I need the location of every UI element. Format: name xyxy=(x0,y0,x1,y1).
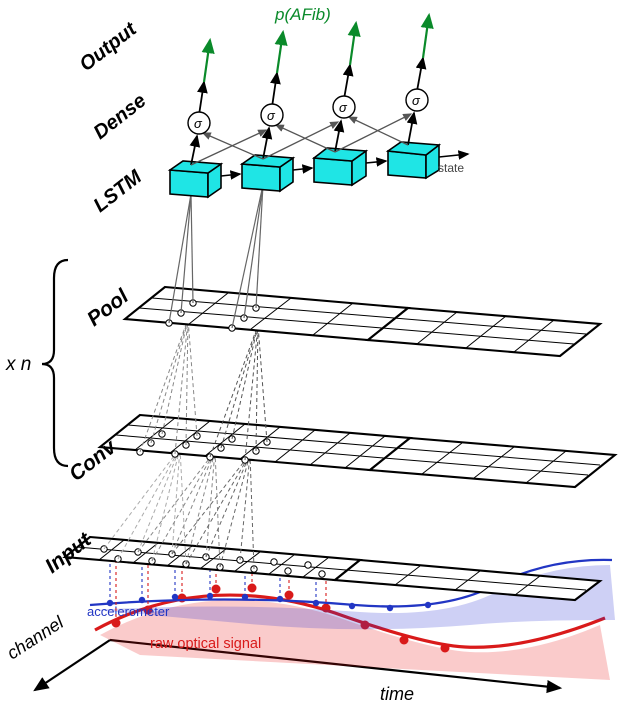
output-arrows xyxy=(204,15,429,82)
dense-label: Dense xyxy=(90,90,151,144)
lstm-label: LSTM xyxy=(90,165,147,217)
pool-layer xyxy=(125,287,600,356)
sigma-1: σ xyxy=(194,116,203,131)
input-layer xyxy=(65,537,600,600)
architecture-diagram: time channel accelerometer raw optical s… xyxy=(0,0,640,705)
dense-circles xyxy=(188,89,428,134)
pafib-label: p(AFib) xyxy=(274,5,331,24)
pool-label: Pool xyxy=(83,284,134,331)
xn-label: x n xyxy=(5,354,31,375)
output-label: Output xyxy=(76,17,142,76)
time-axis-label: time xyxy=(380,684,414,704)
accel-label: accelerometer xyxy=(87,604,170,619)
state-axis-label: state xyxy=(438,161,464,175)
sigma-2: σ xyxy=(267,108,276,123)
diag-arrows-dense xyxy=(191,114,411,165)
xn-brace xyxy=(42,260,68,466)
sigma-4: σ xyxy=(412,93,421,108)
channel-axis-label: channel xyxy=(3,612,68,664)
sigma-3: σ xyxy=(339,100,348,115)
lstm-layer xyxy=(170,142,468,197)
optical-label: raw optical signal xyxy=(150,636,261,652)
